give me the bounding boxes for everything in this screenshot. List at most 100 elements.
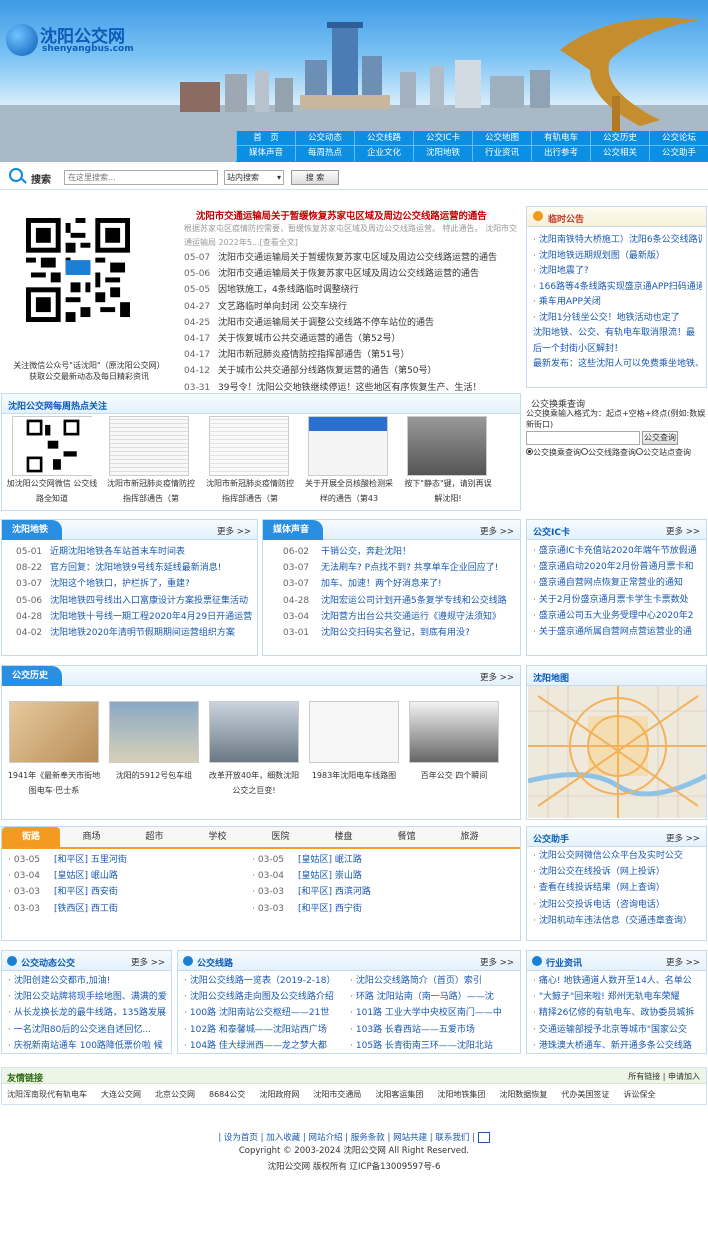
search-button[interactable]: 搜 索	[291, 170, 339, 185]
thumbnail[interactable]	[9, 701, 99, 763]
nav-item[interactable]: 首 页	[236, 131, 295, 145]
nav-item[interactable]: 公交相关	[590, 146, 649, 161]
list-item[interactable]: 盛京通公司五大业务受理中心2020年2	[533, 608, 702, 624]
list-item[interactable]: 沈阳公交线路简介（首页）索引	[350, 973, 516, 989]
list-item[interactable]: 痛心! 地铁通道人数开至14人、名单公	[533, 973, 702, 989]
friend-link[interactable]: 8684公交	[209, 1090, 245, 1099]
list-item[interactable]: 06-02 干销公交，奔赴沈阳！	[269, 544, 516, 560]
list-item[interactable]: 03-01 沈阳公交扫码实名登记，到底有用没?	[269, 625, 516, 641]
friend-link[interactable]: 诉讼保全	[623, 1090, 655, 1099]
nav-item[interactable]: 媒体声音	[236, 146, 295, 161]
list-item[interactable]: 关于盛京通所属自营网点营运营业的通	[533, 624, 702, 640]
thumbnail[interactable]	[109, 701, 199, 763]
radio-icon[interactable]	[581, 448, 588, 455]
list-item[interactable]: 03-04[皇姑区] 岷山路	[8, 868, 248, 884]
list-item[interactable]: 盛京通启动2020年2月份普通月票卡和	[533, 559, 702, 575]
lines-more-link[interactable]: 更多 >>	[480, 956, 514, 968]
list-item[interactable]: 04-28 沈阳宏运公司计划开通5条复学专线和公交线路	[269, 593, 516, 609]
search-input[interactable]	[64, 170, 218, 185]
search-scope-select[interactable]: 站内搜索	[224, 170, 284, 185]
footer-link[interactable]: 服务条款	[351, 1133, 385, 1143]
list-item[interactable]: 沈阳公交站牌将现手绘地图、满满的爱	[8, 989, 167, 1005]
thumbnail[interactable]	[409, 701, 499, 763]
thumbnail-caption[interactable]: 沈阳的5912号包车组	[105, 768, 203, 798]
list-item[interactable]: 03-07 沈阳这个地铁口，护栏拆了，重建?	[8, 576, 253, 592]
busnews-more-link[interactable]: 更多 >>	[131, 956, 165, 968]
iccard-more-link[interactable]: 更多 >>	[666, 525, 700, 537]
tab-restaurants[interactable]: 餐馆	[375, 827, 438, 847]
list-item[interactable]: 04-25 沈阳市交通运输局关于调整公交线路不停车站位的通告	[184, 315, 514, 331]
tab-hospitals[interactable]: 医院	[249, 827, 312, 847]
thumbnail-caption[interactable]: 沈阳市新冠肺炎疫情防控指挥部通告（第	[105, 476, 197, 506]
list-item[interactable]: 05-07 沈阳市交通运输局关于暂缓恢复苏家屯区域及周边公交线路运营的通告	[184, 250, 514, 266]
tab-schools[interactable]: 学校	[186, 827, 249, 847]
list-item[interactable]: 105路 长青街南三环——沈阳北站	[350, 1038, 516, 1054]
nav-item[interactable]: 公交论坛	[649, 131, 708, 145]
metro-tab[interactable]: 沈阳地铁	[2, 520, 63, 540]
footer-link[interactable]: 设为首页	[224, 1133, 258, 1143]
media-tab[interactable]: 媒体声音	[263, 520, 324, 540]
query-button[interactable]: 公交查询	[642, 431, 678, 445]
nav-item[interactable]: 公交历史	[590, 131, 649, 145]
thumbnail[interactable]	[209, 416, 289, 476]
headline-title[interactable]: 沈阳市交通运输局关于暂缓恢复苏家屯区域及周边公交线路运营的通告	[196, 208, 521, 222]
all-links-link[interactable]: 所有链接	[628, 1072, 660, 1081]
list-item[interactable]: 101路 工业大学中央校区南门——中	[350, 1005, 516, 1021]
list-item[interactable]: 沈阳公交线路一览表（2019-2-18）	[184, 973, 344, 989]
list-item[interactable]: 关于2月份盛京通月票卡学生卡票数处	[533, 592, 702, 608]
footer-link[interactable]: 加入收藏	[266, 1133, 300, 1143]
list-item[interactable]: "大鲸子"回来啦! 郑州无轨电车荣耀	[533, 989, 702, 1005]
thumbnail[interactable]	[209, 701, 299, 763]
list-item[interactable]: 沈阳地铁、公交、有轨电车取消限流！最后一个封街小区解封！	[533, 326, 702, 357]
list-item[interactable]: 沈阳南铁特大桥施工）沈阳6条公交线路调整	[533, 233, 702, 249]
nav-item[interactable]: 公交线路	[354, 131, 413, 145]
radio-checked-icon[interactable]	[526, 448, 533, 455]
apply-link-link[interactable]: 申请加入	[668, 1072, 700, 1081]
list-item[interactable]: 04-17 关于恢复城市公共交通运营的通告（第52号）	[184, 331, 514, 347]
list-item[interactable]: 08-22 官方回复：沈阳地铁9号线东延线最新消息!	[8, 560, 253, 576]
list-item[interactable]: 环路 沈阳站南（南一马路）——沈	[350, 989, 516, 1005]
friend-link[interactable]: 沈阳政府网	[259, 1090, 299, 1099]
nav-item[interactable]: 公交动态	[295, 131, 354, 145]
list-item[interactable]: 最新发布：这些沈阳人可以免费乘坐地铁、公交了!	[533, 357, 702, 373]
friend-link[interactable]: 沈阳数据恢复	[499, 1090, 547, 1099]
metro-more-link[interactable]: 更多 >>	[217, 525, 251, 537]
list-item[interactable]: 03-05[皇姑区] 岷江路	[252, 852, 492, 868]
history-more-link[interactable]: 更多 >>	[480, 671, 514, 683]
list-item[interactable]: 104路 佳大绿洲西——龙之梦大都	[184, 1038, 344, 1054]
list-item[interactable]: 03-04[皇姑区] 崇山路	[252, 868, 492, 884]
list-item[interactable]: 沈阳公交投诉电话（咨询电话）	[533, 897, 702, 913]
nav-item[interactable]: 企业文化	[354, 146, 413, 161]
thumbnail[interactable]	[109, 416, 189, 476]
nav-item[interactable]: 公交地图	[472, 131, 531, 145]
tab-supermarkets[interactable]: 超市	[123, 827, 186, 847]
list-item[interactable]: 05-06 沈阳市交通运输局关于恢复苏家屯区域及周边公交线路运营的通告	[184, 266, 514, 282]
list-item[interactable]: 交通运输部授予北京等城市"国家公交	[533, 1022, 702, 1038]
list-item[interactable]: 盛京通IC卡充值站2020年端午节放假通	[533, 543, 702, 559]
list-item[interactable]: 从长龙换长龙的最牛线路，135路发展	[8, 1005, 167, 1021]
list-item[interactable]: 沈阳地铁远期规划图（最新版）	[533, 249, 702, 265]
list-item[interactable]: 沈阳地震了?	[533, 264, 702, 280]
thumbnail[interactable]	[12, 416, 93, 476]
footer-link[interactable]: 网站共建	[393, 1133, 427, 1143]
list-item[interactable]: 03-03[和平区] 西宁街	[252, 901, 492, 917]
friend-link[interactable]: 北京公交网	[155, 1090, 195, 1099]
assistant-more-link[interactable]: 更多 >>	[666, 832, 700, 844]
industry-more-link[interactable]: 更多 >>	[666, 956, 700, 968]
thumbnail-caption[interactable]: 沈阳市新冠肺炎疫情防控指挥部通告（第	[204, 476, 296, 506]
list-item[interactable]: 精择26亿修的有轨电车、政协委员城拆	[533, 1005, 702, 1021]
friend-link[interactable]: 沈阳客运集团	[375, 1090, 423, 1099]
thumbnail-caption[interactable]: 1983年沈阳电车线路图	[305, 768, 403, 798]
nav-item[interactable]: 公交助手	[649, 146, 708, 161]
friend-link[interactable]: 沈阳浑南现代有轨电车	[7, 1090, 87, 1099]
media-more-link[interactable]: 更多 >>	[480, 525, 514, 537]
thumbnail-caption[interactable]: 改革开放40年，细数沈阳公交之巨变!	[205, 768, 303, 798]
list-item[interactable]: 一名沈阳80后的公交迷自述回忆...	[8, 1022, 167, 1038]
thumbnail-caption[interactable]: 百年公交 四个瞬间	[405, 768, 503, 798]
thumbnail[interactable]	[309, 701, 399, 763]
tab-travel[interactable]: 旅游	[438, 827, 501, 847]
list-item[interactable]: 沈阳创建公交都市,加油!	[8, 973, 167, 989]
list-item[interactable]: 港珠澳大桥通车、新开通多条公交线路	[533, 1038, 702, 1054]
tab-properties[interactable]: 楼盘	[312, 827, 375, 847]
list-item[interactable]: 庆祝新南站通车 100路降低票价啦 候	[8, 1038, 167, 1054]
